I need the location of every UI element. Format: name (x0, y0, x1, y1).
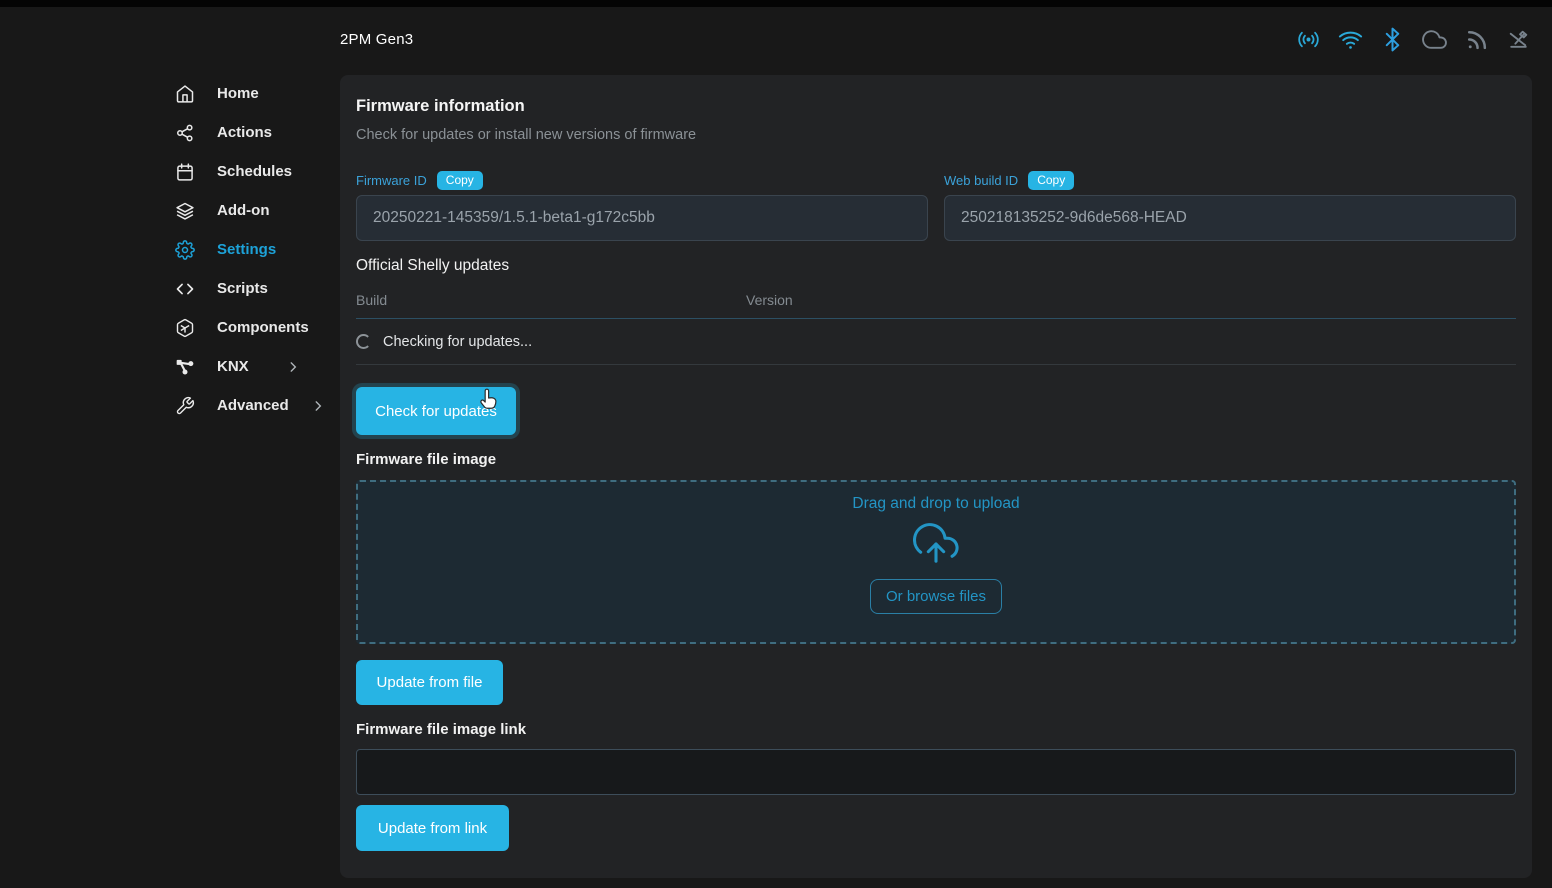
sidebar-item-scripts[interactable]: Scripts (175, 269, 340, 308)
copy-firmware-id-button[interactable]: Copy (437, 171, 483, 190)
wrench-icon (175, 396, 195, 416)
firmware-link-input[interactable] (356, 749, 1516, 795)
firmware-id-input[interactable] (356, 195, 928, 241)
checking-updates-row: Checking for updates... (356, 319, 1516, 364)
chevron-right-icon (311, 399, 325, 413)
column-header-version: Version (746, 292, 793, 308)
calendar-icon (175, 162, 195, 182)
sidebar-item-label: KNX (217, 358, 249, 375)
sidebar-item-advanced[interactable]: Advanced (175, 386, 340, 425)
sidebar-item-label: Scripts (217, 280, 268, 297)
sidebar-item-actions[interactable]: Actions (175, 113, 340, 152)
firmware-dropzone[interactable]: Drag and drop to upload Or browse files (356, 480, 1516, 644)
checking-updates-text: Checking for updates... (383, 334, 532, 350)
table-row-divider (356, 364, 1516, 365)
device-title: 2PM Gen3 (340, 31, 413, 48)
layers-icon (175, 201, 195, 221)
sidebar-item-label: Home (217, 85, 259, 102)
sidebar-item-knx[interactable]: KNX (175, 347, 340, 386)
updates-table-header: Build Version (356, 292, 1516, 308)
components-icon (175, 318, 195, 338)
sidebar-item-label: Components (217, 319, 309, 336)
chevron-right-icon (286, 360, 300, 374)
sidebar-item-addon[interactable]: Add-on (175, 191, 340, 230)
sidebar-item-home[interactable]: Home (175, 74, 340, 113)
wifi-icon[interactable] (1337, 26, 1364, 53)
copy-web-build-id-button[interactable]: Copy (1028, 171, 1074, 190)
touch-disabled-icon[interactable] (1505, 26, 1532, 53)
page-subtitle: Check for updates or install new version… (356, 127, 1516, 143)
bluetooth-icon[interactable] (1379, 26, 1406, 53)
firmware-id-label: Firmware ID (356, 173, 427, 188)
sidebar-item-label: Advanced (217, 397, 289, 414)
update-from-link-button[interactable]: Update from link (356, 805, 509, 851)
cloud-icon[interactable] (1421, 26, 1448, 53)
sidebar-item-settings[interactable]: Settings (175, 230, 340, 269)
firmware-id-field-group: Firmware ID Copy (356, 169, 928, 241)
web-build-id-label: Web build ID (944, 173, 1018, 188)
page-title: Firmware information (356, 97, 1516, 116)
browse-files-button[interactable]: Or browse files (870, 579, 1002, 614)
gear-icon (175, 240, 195, 260)
check-for-updates-button[interactable]: Check for updates (356, 387, 516, 435)
home-icon (175, 84, 195, 104)
firmware-panel: Firmware information Check for updates o… (340, 75, 1532, 878)
sidebar-item-components[interactable]: Components (175, 308, 340, 347)
sidebar-item-label: Schedules (217, 163, 292, 180)
broadcast-icon[interactable] (1295, 26, 1322, 53)
id-fields-row: Firmware ID Copy Web build ID Copy (356, 169, 1516, 241)
actions-icon (175, 123, 195, 143)
knx-network-icon (175, 357, 195, 377)
top-edge-strip (0, 0, 1552, 7)
update-from-file-button[interactable]: Update from file (356, 660, 503, 705)
sidebar-item-label: Add-on (217, 202, 269, 219)
sidebar-nav: Home Actions Schedules Add-on (175, 74, 340, 425)
loading-spinner-icon (356, 334, 371, 349)
sidebar-item-label: Actions (217, 124, 272, 141)
code-icon (175, 279, 195, 299)
column-header-build: Build (356, 292, 746, 308)
status-icon-bar (1295, 26, 1532, 53)
sidebar-item-schedules[interactable]: Schedules (175, 152, 340, 191)
cloud-upload-icon (913, 521, 959, 567)
web-build-id-input[interactable] (944, 195, 1516, 241)
firmware-file-image-title: Firmware file image (356, 451, 1516, 468)
sidebar-item-label: Settings (217, 241, 276, 258)
official-updates-title: Official Shelly updates (356, 257, 1516, 275)
firmware-link-title: Firmware file image link (356, 721, 1516, 738)
dropzone-hint-text: Drag and drop to upload (852, 495, 1019, 513)
rss-icon[interactable] (1463, 26, 1490, 53)
web-build-id-field-group: Web build ID Copy (944, 169, 1516, 241)
